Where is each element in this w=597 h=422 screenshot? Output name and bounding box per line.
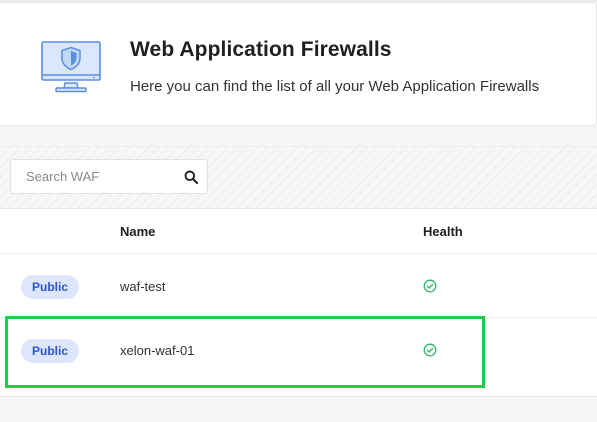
health-ok-icon	[423, 279, 437, 293]
visibility-badge: Public	[21, 339, 79, 363]
search-box[interactable]	[10, 159, 208, 194]
visibility-badge: Public	[21, 275, 79, 299]
health-ok-icon	[423, 343, 437, 357]
waf-name[interactable]: waf-test	[120, 279, 166, 294]
monitor-shield-icon	[41, 41, 101, 93]
table-row[interactable]: Public waf-test	[0, 253, 597, 318]
waf-name[interactable]: xelon-waf-01	[120, 343, 194, 358]
search-icon[interactable]	[184, 170, 198, 184]
page-title: Web Application Firewalls	[130, 38, 392, 61]
search-input[interactable]	[11, 160, 181, 193]
table-row[interactable]: Public xelon-waf-01	[0, 317, 597, 382]
page-subtitle: Here you can find the list of all your W…	[130, 78, 540, 95]
column-header-name[interactable]: Name	[120, 224, 155, 239]
waf-table: Name Health Public waf-test Public xelon…	[0, 208, 597, 397]
column-header-health[interactable]: Health	[423, 224, 463, 239]
page-header: Web Application Firewalls Here you can f…	[0, 2, 597, 126]
